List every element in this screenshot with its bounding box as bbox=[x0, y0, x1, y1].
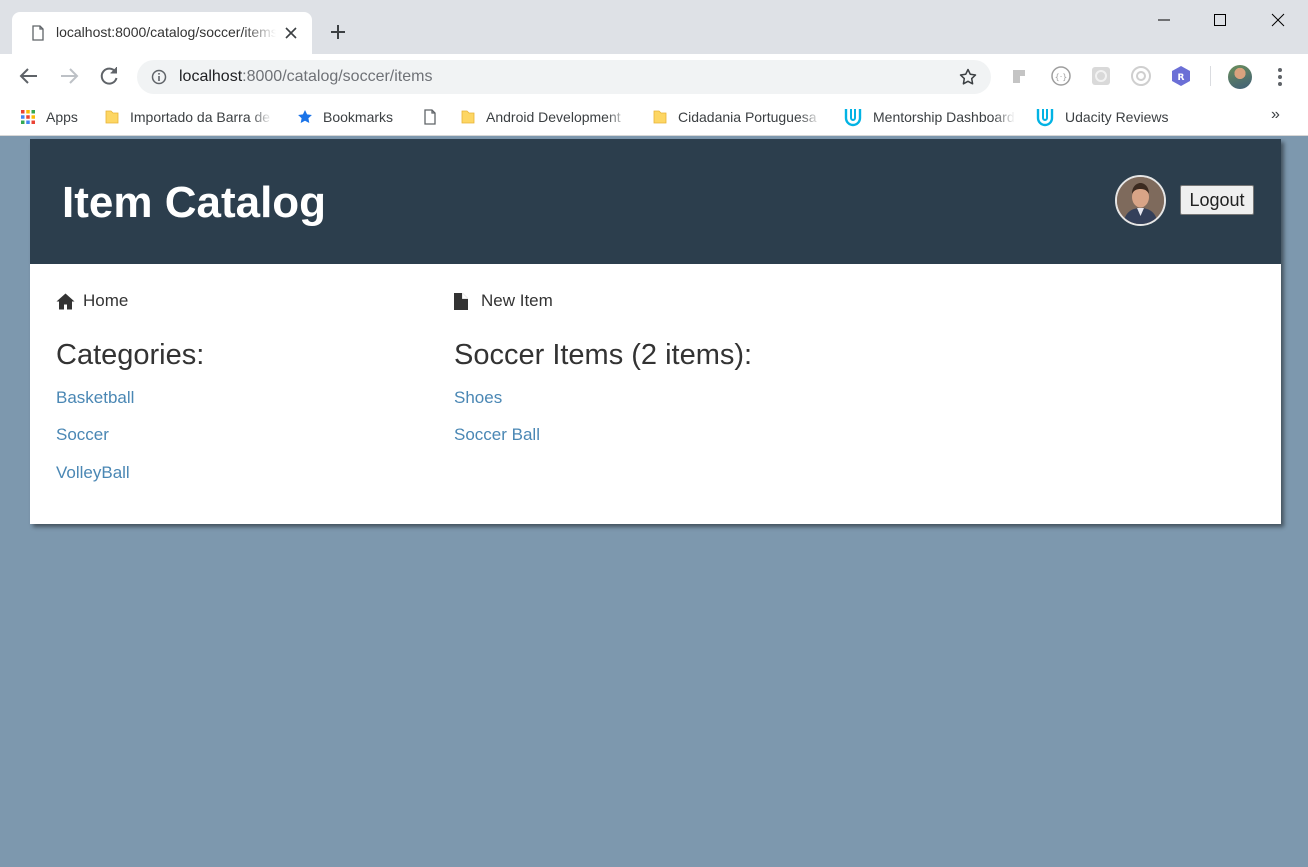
categories-heading: Categories: bbox=[56, 339, 205, 371]
extension-r-icon[interactable]: R bbox=[1170, 65, 1192, 87]
bookmark-folder-importado[interactable]: Importado da Barra de favoritos bbox=[104, 107, 272, 127]
bookmark-label: Apps bbox=[46, 109, 78, 125]
site-header: Item Catalog Logout bbox=[30, 139, 1281, 264]
folder-icon bbox=[653, 110, 667, 124]
udacity-icon bbox=[844, 109, 862, 127]
new-item-label: New Item bbox=[481, 291, 553, 310]
item-link-soccer-ball[interactable]: Soccer Ball bbox=[454, 425, 540, 445]
bookmark-mentorship-dashboard[interactable]: Mentorship Dashboard bbox=[843, 107, 1015, 127]
star-icon bbox=[298, 110, 312, 123]
home-icon bbox=[56, 293, 75, 309]
new-item-link[interactable]: New Item bbox=[454, 291, 553, 311]
udacity-icon bbox=[1036, 109, 1054, 127]
category-link-basketball[interactable]: Basketball bbox=[56, 388, 134, 408]
bookmark-label: Udacity Reviews bbox=[1065, 109, 1169, 125]
category-link-volleyball[interactable]: VolleyBall bbox=[56, 463, 130, 483]
extension-icon[interactable] bbox=[1010, 65, 1032, 87]
extension-json-icon[interactable]: {·} bbox=[1050, 65, 1072, 87]
tab-close-icon[interactable] bbox=[281, 23, 301, 43]
bookmark-bookmarks[interactable]: Bookmarks bbox=[297, 107, 393, 127]
catalog-card: Item Catalog Logout Home New Item Catego… bbox=[30, 139, 1281, 524]
bookmark-label: Mentorship Dashboard bbox=[873, 109, 1015, 125]
file-icon bbox=[454, 292, 468, 310]
profile-avatar[interactable] bbox=[1228, 65, 1252, 89]
extension-icon[interactable] bbox=[1090, 65, 1112, 87]
page-icon bbox=[32, 25, 44, 41]
bookmark-label: Cidadania Portuguesa bbox=[678, 109, 817, 125]
home-label: Home bbox=[83, 291, 129, 310]
maximize-icon[interactable] bbox=[1208, 8, 1232, 32]
bookmark-label: Android Development bbox=[486, 109, 621, 125]
site-title[interactable]: Item Catalog bbox=[62, 178, 326, 228]
bookmark-label: Bookmarks bbox=[323, 109, 394, 125]
bookmarks-bar: Apps Importado da Barra de favoritos Boo… bbox=[0, 98, 1308, 136]
more-menu-icon[interactable] bbox=[1270, 66, 1290, 88]
forward-arrow-icon[interactable] bbox=[57, 64, 81, 88]
item-link-shoes[interactable]: Shoes bbox=[454, 388, 502, 408]
reload-icon[interactable] bbox=[97, 64, 121, 88]
svg-text:{·}: {·} bbox=[1055, 73, 1068, 82]
bookmark-star-icon[interactable] bbox=[958, 67, 978, 87]
extension-icon[interactable] bbox=[1130, 65, 1152, 87]
logout-button[interactable]: Logout bbox=[1180, 185, 1254, 215]
tab-title: localhost:8000/catalog/soccer/items bbox=[56, 24, 276, 40]
page-icon bbox=[424, 109, 436, 125]
folder-icon bbox=[105, 110, 119, 124]
user-photo-icon bbox=[1117, 177, 1164, 224]
toolbar-divider bbox=[1210, 66, 1211, 86]
folder-icon bbox=[461, 110, 475, 124]
minimize-icon[interactable] bbox=[1152, 8, 1176, 32]
tab-strip: localhost:8000/catalog/soccer/items bbox=[0, 0, 1308, 54]
new-tab-plus-icon[interactable] bbox=[326, 20, 350, 44]
bookmark-label: Importado da Barra de favoritos bbox=[130, 109, 272, 125]
items-heading: Soccer Items (2 items): bbox=[454, 339, 753, 371]
bookmark-page[interactable] bbox=[422, 107, 448, 127]
close-window-icon[interactable] bbox=[1266, 8, 1290, 32]
svg-text:R: R bbox=[1178, 73, 1185, 83]
user-avatar bbox=[1115, 175, 1166, 226]
bookmark-folder-android[interactable]: Android Development bbox=[460, 107, 628, 127]
home-link[interactable]: Home bbox=[56, 291, 128, 311]
category-link-soccer[interactable]: Soccer bbox=[56, 425, 109, 445]
url-text: localhost:8000/catalog/soccer/items bbox=[179, 68, 433, 85]
bookmark-apps[interactable]: Apps bbox=[20, 107, 78, 127]
apps-grid-icon bbox=[21, 110, 35, 124]
address-bar[interactable]: localhost:8000/catalog/soccer/items bbox=[137, 60, 991, 94]
back-arrow-icon[interactable] bbox=[17, 64, 41, 88]
bookmark-udacity-reviews[interactable]: Udacity Reviews bbox=[1035, 107, 1168, 127]
browser-tab[interactable]: localhost:8000/catalog/soccer/items bbox=[12, 12, 312, 54]
bookmark-folder-cidadania[interactable]: Cidadania Portuguesa bbox=[652, 107, 821, 127]
info-icon[interactable] bbox=[151, 69, 167, 85]
more-bookmarks-chevron[interactable]: » bbox=[1271, 106, 1280, 124]
